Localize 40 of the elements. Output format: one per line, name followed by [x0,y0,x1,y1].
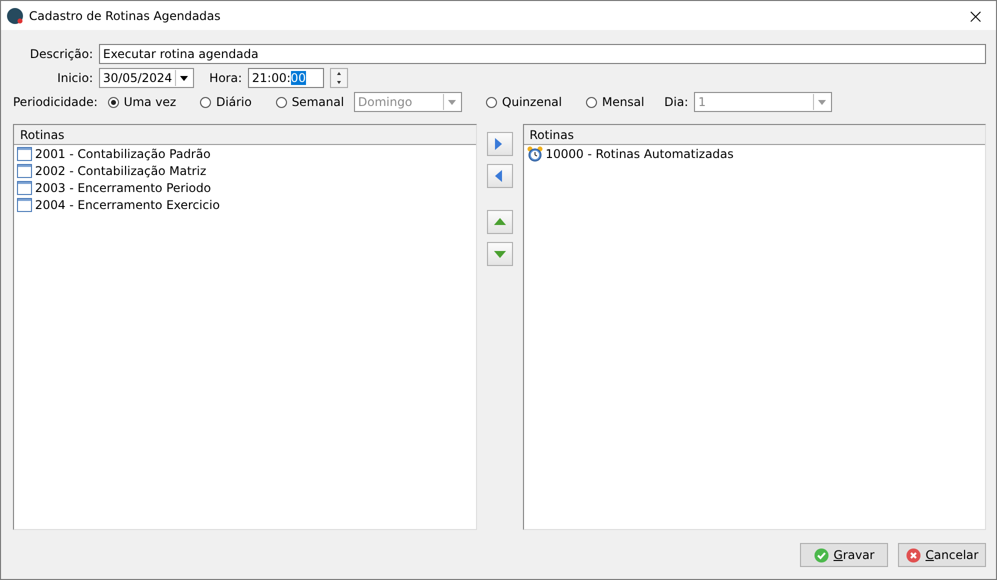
dropdown-icon [818,100,826,104]
list-item[interactable]: 10000 - Rotinas Automatizadas [524,145,985,162]
save-button[interactable]: Gravar [800,543,888,567]
column-header: Rotinas [524,125,985,145]
list-item[interactable]: 2001 - Contabilização Padrão [14,145,476,162]
move-up-button[interactable] [486,210,512,234]
radio-option[interactable]: Diário [200,95,252,109]
time-field[interactable]: 21:00:00 [248,68,324,88]
radio-option[interactable]: Quinzenal [486,95,562,109]
close-icon [906,548,921,562]
window-icon [17,180,32,194]
window-icon [17,164,32,178]
dropdown-icon [180,76,188,80]
field-label: Inicio: [56,71,93,85]
list-item[interactable]: 2002 - Contabilização Matriz [14,162,476,179]
add-button[interactable] [486,132,512,156]
window-icon [17,146,32,160]
window-icon [17,198,32,212]
app-logo-icon [7,8,23,24]
field-label: Hora: [208,71,242,85]
radio-option[interactable]: Mensal [586,95,644,109]
move-down-button[interactable] [486,242,512,266]
check-icon [814,548,828,562]
radio-option[interactable]: Semanal [276,95,344,109]
column-header: Rotinas [14,125,476,145]
field-label: Descrição: [28,47,93,61]
dropdown-icon [448,100,456,104]
remove-button[interactable] [486,164,512,188]
list-item[interactable]: 2004 - Encerramento Exercicio [14,196,476,213]
list-item[interactable]: 2003 - Encerramento Periodo [14,179,476,196]
field-label: Periodicidade: [13,95,98,109]
spin-buttons[interactable] [330,68,348,88]
window-title: Cadastro de Rotinas Agendadas [29,8,222,22]
radio-option[interactable]: Uma vez [108,95,176,109]
alarm-clock-icon [526,146,542,162]
description-field[interactable]: Executar rotina agendada [99,44,986,64]
date-field[interactable]: 30/05/2024 [99,68,194,88]
close-button[interactable]: × [961,4,990,28]
field-label: Dia: [664,95,688,109]
cancel-button[interactable]: Cancelar [898,543,986,567]
